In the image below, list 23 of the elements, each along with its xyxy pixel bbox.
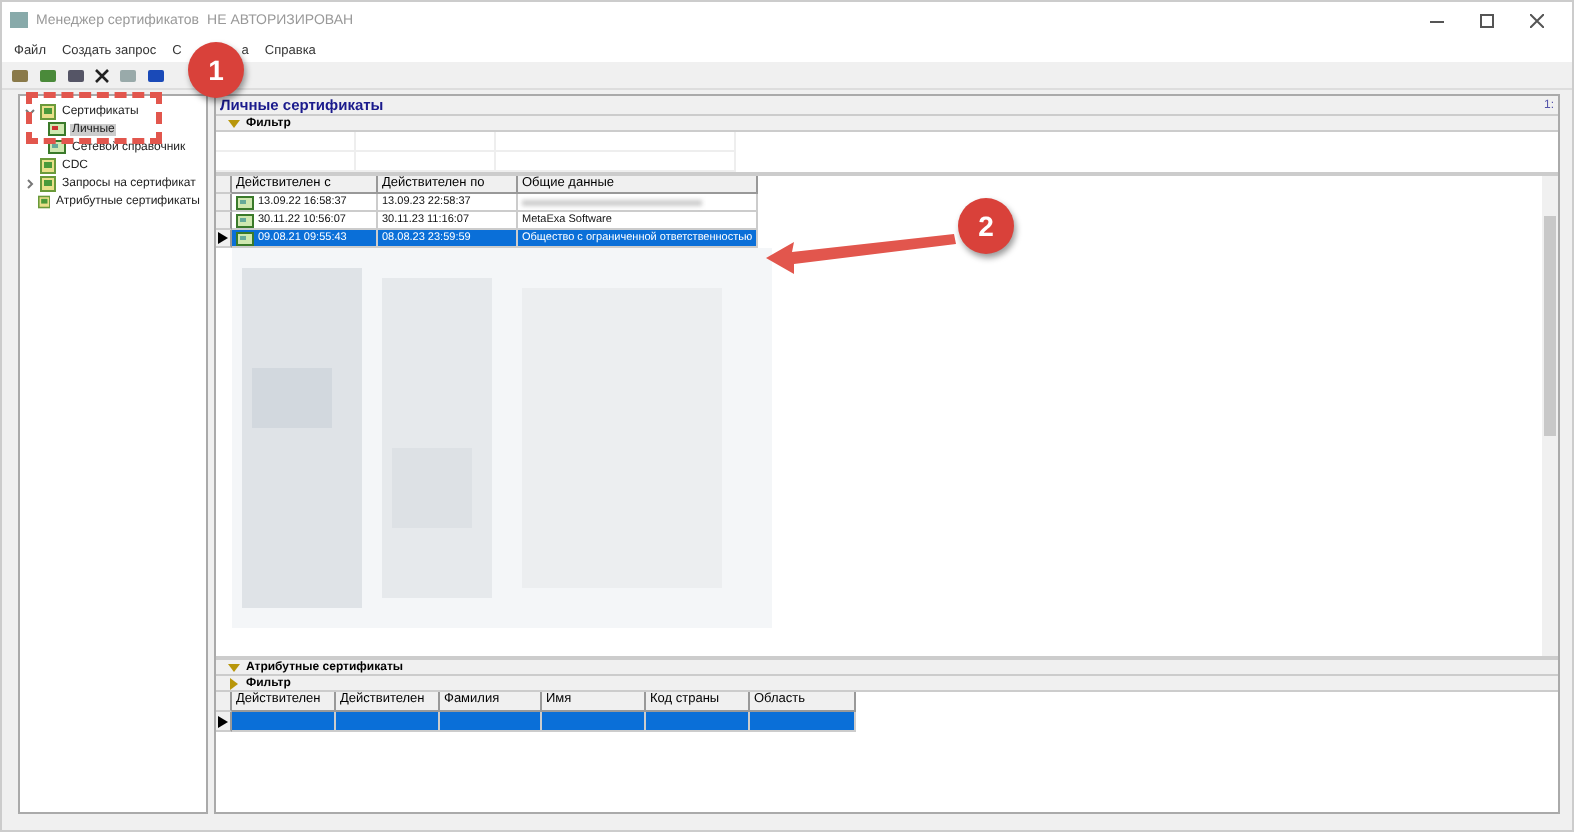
table-cell[interactable] bbox=[518, 194, 758, 212]
app-icon bbox=[10, 12, 28, 28]
delete-icon[interactable] bbox=[94, 67, 110, 83]
certificate-folder-icon bbox=[40, 103, 56, 119]
scrollbar[interactable] bbox=[1542, 176, 1558, 656]
certificate-icon bbox=[236, 195, 254, 209]
highlight-frame bbox=[26, 92, 162, 144]
maximize-icon[interactable] bbox=[1480, 13, 1494, 27]
table-cell[interactable] bbox=[440, 712, 542, 732]
certificate-icon bbox=[236, 231, 254, 245]
table-cell[interactable] bbox=[232, 712, 336, 732]
table-cell[interactable] bbox=[750, 712, 856, 732]
expand-arrow-icon[interactable] bbox=[228, 677, 240, 689]
table-cell[interactable] bbox=[646, 712, 750, 732]
certificate-icon bbox=[48, 122, 66, 136]
certificate-icon bbox=[236, 213, 254, 227]
close-icon[interactable] bbox=[1530, 13, 1544, 27]
collapse-arrow-icon[interactable] bbox=[228, 117, 240, 129]
table-cell[interactable] bbox=[542, 712, 646, 732]
current-row-icon bbox=[218, 715, 228, 727]
table-cell[interactable] bbox=[336, 712, 440, 732]
current-row-icon bbox=[218, 232, 228, 244]
collapse-arrow-icon[interactable] bbox=[228, 661, 240, 673]
